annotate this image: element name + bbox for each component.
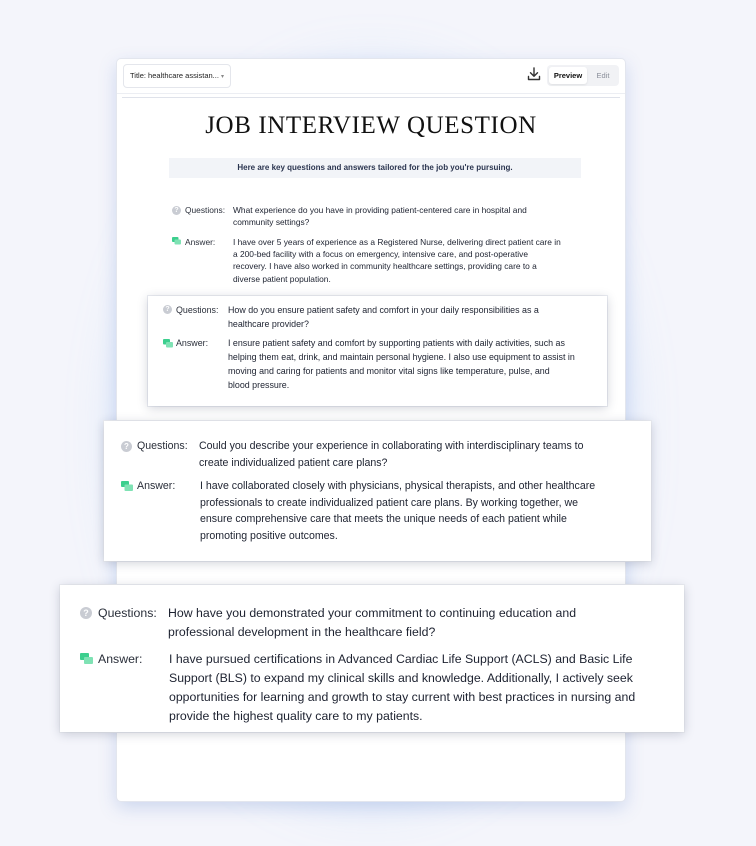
chat-bubble-icon <box>121 481 133 491</box>
question-text: What experience do you have in providing… <box>233 204 573 228</box>
title-select-value: Title: healthcare assistan... <box>130 71 219 80</box>
answer-line: ensure comprehensive care that meets the… <box>200 513 567 525</box>
download-icon[interactable] <box>526 66 542 82</box>
answer-text: I have over 5 years of experience as a R… <box>233 236 573 285</box>
question-line: What experience do you have in providing… <box>233 205 527 215</box>
answer-line: I have pursued certifications in Advance… <box>169 652 633 666</box>
answer-line: I have over 5 years of experience as a R… <box>233 237 561 247</box>
answer-line: recovery. I have also worked in communit… <box>233 261 537 272</box>
question-label: Questions: <box>137 440 188 452</box>
chat-bubble-icon <box>172 237 181 245</box>
question-line: professional development in the healthca… <box>168 625 436 639</box>
tab-edit[interactable]: Edit <box>589 67 617 84</box>
question-line: healthcare provider? <box>228 319 309 329</box>
question-line: create individualized patient care plans… <box>199 456 388 469</box>
answer-line: opportunities for learning and growth to… <box>169 690 636 704</box>
answer-line: I ensure patient safety and comfort by s… <box>228 338 565 348</box>
qa-item-3: ? Questions: Could you describe your exp… <box>121 438 641 548</box>
qa-item-4: ? Questions: How have you demonstrated y… <box>80 604 680 724</box>
question-circle-icon: ? <box>121 441 132 452</box>
chat-bubble-icon <box>163 339 173 348</box>
question-line: Could you describe your experience in co… <box>199 440 584 452</box>
answer-label: Answer: <box>98 652 143 666</box>
answer-line: diverse patient population. <box>233 273 331 284</box>
question-line: How do you ensure patient safety and com… <box>228 305 539 315</box>
answer-line: professionals to create individualized p… <box>200 496 579 509</box>
answer-line: blood pressure. <box>228 380 290 390</box>
qa-item-2: ? Questions: How do you ensure patient s… <box>163 303 603 399</box>
intro-banner: Here are key questions and answers tailo… <box>169 158 581 178</box>
tab-preview[interactable]: Preview <box>549 67 587 84</box>
answer-text: I have pursued certifications in Advance… <box>169 650 679 726</box>
title-select[interactable]: Title: healthcare assistan... ▾ <box>123 64 231 88</box>
answer-line: helping them eat, drink, and maintain pe… <box>228 352 575 362</box>
view-mode-toggle: Preview Edit <box>547 65 619 86</box>
chevron-down-icon: ▾ <box>220 74 224 80</box>
question-circle-icon: ? <box>80 607 92 619</box>
question-circle-icon: ? <box>163 305 172 314</box>
answer-text: I have collaborated closely with physici… <box>200 478 640 544</box>
question-label: Questions: <box>98 606 157 620</box>
answer-line: moving and caring for patients and monit… <box>228 366 550 376</box>
question-line: community settings? <box>233 217 310 228</box>
answer-line: I have collaborated closely with physici… <box>200 480 596 492</box>
answer-label: Answer: <box>176 338 209 348</box>
answer-text: I ensure patient safety and comfort by s… <box>228 336 603 392</box>
qa-item-1: ? Questions: What experience do you have… <box>172 204 572 290</box>
answer-label: Answer: <box>185 237 216 247</box>
question-text: How do you ensure patient safety and com… <box>228 303 598 331</box>
question-line: How have you demonstrated your commitmen… <box>168 606 577 620</box>
toolbar: Title: healthcare assistan... ▾ Preview E… <box>117 59 625 94</box>
question-label: Questions: <box>176 305 219 315</box>
question-text: How have you demonstrated your commitmen… <box>168 604 678 642</box>
answer-line: a 200-bed facility with a focus on emerg… <box>233 249 528 260</box>
page-title: JOB INTERVIEW QUESTION <box>205 112 537 139</box>
question-label: Questions: <box>185 205 226 215</box>
answer-label: Answer: <box>137 480 176 492</box>
question-text: Could you describe your experience in co… <box>199 438 639 471</box>
chat-bubble-icon <box>80 653 93 664</box>
question-circle-icon: ? <box>172 206 181 215</box>
answer-line: promoting positive outcomes. <box>200 529 338 542</box>
answer-line: provide the highest quality care to my p… <box>169 709 423 723</box>
answer-line: Support (BLS) to expand my clinical skil… <box>169 671 633 685</box>
